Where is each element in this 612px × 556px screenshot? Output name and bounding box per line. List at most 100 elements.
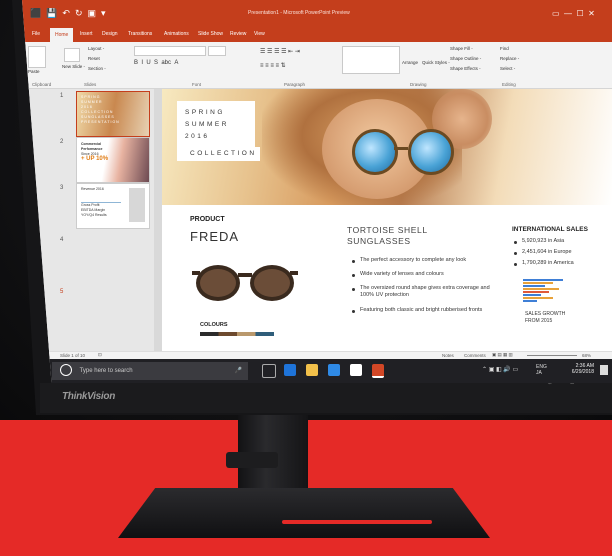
select-button[interactable]: Select - [500,66,515,71]
shapes-gallery[interactable] [342,46,400,74]
bullet-dot [514,263,517,266]
layout-button[interactable]: Layout - [88,46,104,51]
title-bar: ⬛ 💾 ↶ ↻ ▣ ▾ Presentation1 - Microsoft Po… [22,0,612,28]
feature-item: The oversized round shape gives extra co… [360,285,490,298]
title-line: SUMMER [185,121,229,128]
shape-outline-button[interactable]: Shape Outline - [450,56,481,61]
bullet-dot [352,260,355,263]
tab-insert[interactable]: Insert [80,31,93,37]
tab-design[interactable]: Design [102,31,118,37]
font-name-dropdown[interactable] [134,46,206,56]
thumb-text: SUNGLASSES PRESENTATION [81,115,120,124]
paste-button[interactable]: Paste [28,69,40,74]
growth-bar [523,291,549,293]
edge-icon[interactable] [284,364,296,376]
task-view-icon[interactable] [262,364,276,378]
input-method: JA [536,370,542,376]
feature-item: Wide variety of lenses and colours [360,271,444,277]
slide-thumbnail-3[interactable]: Revenue 2016 Gross Profit EBITDA Margin … [76,183,150,229]
group-paragraph: Paragraph [284,82,306,87]
view-buttons[interactable]: ▣ ▤ ▦ ▥ [492,352,513,358]
feature-item: The perfect accessory to complete any lo… [360,257,467,263]
new-slide-icon[interactable] [64,48,80,62]
tab-file[interactable]: File [32,31,40,37]
slide-counter: Slide 1 of 10 [60,353,86,358]
feature-title-line: SUNGLASSES [347,236,411,246]
quick-access-toolbar[interactable]: ⬛ 💾 ↶ ↻ ▣ ▾ [30,8,106,19]
thumb-number: 1 [60,93,64,99]
monitor-chin [40,383,612,413]
reset-button[interactable]: Reset [88,56,100,61]
sales-item: 1,790,289 in America [522,260,574,266]
paragraph-buttons[interactable]: ☰ ☰ ☰ ☰ ⇤ ⇥ [260,48,300,55]
product-temple-left [192,271,200,275]
mail-icon[interactable] [350,364,362,376]
group-font: Font [192,82,202,87]
zoom-level[interactable]: 68% [582,353,591,358]
quick-styles-button[interactable]: Quick Styles - [422,60,450,65]
sunglasses-bridge [394,147,408,150]
store-icon[interactable] [328,364,340,376]
font-size-dropdown[interactable] [208,46,226,56]
sales-growth-bars [523,279,563,303]
tab-view[interactable]: View [254,31,265,37]
align-buttons[interactable]: ≡ ≡ ≡ ≡ ⇅ [260,62,286,69]
screen: ⬛ 💾 ↶ ↻ ▣ ▾ Presentation1 - Microsoft Po… [22,0,612,383]
arrange-button[interactable]: Arrange [402,60,418,65]
tab-review[interactable]: Review [230,31,246,37]
comments-button[interactable]: Comments [464,353,486,358]
monitor-stand-base [118,488,490,538]
collection-label: COLLECTION [182,147,260,161]
growth-label: SALES GROWTH [525,311,566,317]
growth-bar [523,300,537,302]
feature-item: Featuring both classic and bright rubber… [360,307,483,313]
notes-button[interactable]: Notes [442,353,454,358]
group-drawing: Drawing [410,82,427,87]
action-center-icon[interactable] [600,365,608,375]
product-heading: PRODUCT [190,216,225,223]
growth-bar [523,285,545,287]
hero-photo: SPRING SUMMER 2016 COLLECTION [162,89,612,205]
slide-thumbnail-2[interactable]: Commercial Performance Since 2016 + UP 1… [76,137,150,183]
colour-swatches [200,332,274,336]
tab-slide-show[interactable]: Slide Show [198,31,223,37]
thumb-photo [129,188,145,222]
shape-fill-button[interactable]: Shape Fill - [450,46,473,51]
bullet-dot [352,310,355,313]
cable-clip [226,452,278,468]
paste-icon[interactable] [28,46,46,68]
window-controls[interactable]: ▭ — ☐ ✕ [552,9,595,18]
slide[interactable]: SPRING SUMMER 2016 COLLECTION PRODUCT FR… [162,89,612,351]
slide-thumbnail-1[interactable]: SPRING SUMMER 2016 COLLECTION SUNGLASSES… [76,91,150,137]
ribbon: Paste New Slide - Layout - Reset Section… [22,42,612,89]
taskbar-search-placeholder: Type here to search [79,368,133,374]
group-slides: Slides [84,82,97,87]
spellcheck-icon[interactable]: ⊡ [98,352,102,358]
section-button[interactable]: Section - [88,66,106,71]
tab-transitions[interactable]: Transitions [128,31,152,37]
group-clipboard: Clipboard [32,82,52,87]
powerpoint-icon[interactable] [372,364,384,378]
product-temple-right [290,271,298,275]
font-format-buttons[interactable]: B I U S abc A [134,60,178,66]
feature-title-line: TORTOISE SHELL [347,225,428,235]
zoom-slider[interactable] [527,355,577,356]
taskbar-clock[interactable]: 2:36 AM 6/29/2018 [560,363,594,375]
sales-item: 5,920,923 in Asia [522,238,565,244]
file-explorer-icon[interactable] [306,364,318,376]
system-tray-icons[interactable]: ⌃ ▣ ◧ 🔊 ▭ [482,366,518,373]
microphone-icon[interactable]: 🎤 [235,362,242,380]
bullet-dot [352,274,355,277]
tab-home[interactable]: Home [50,28,74,42]
growth-label: FROM 2015 [525,318,553,324]
replace-button[interactable]: Replace - [500,56,519,61]
language-indicator[interactable]: ENG JA [536,364,547,376]
find-button[interactable]: Find [500,46,509,51]
cortana-icon [60,364,72,377]
tab-animations[interactable]: Animations [164,31,189,37]
taskbar-search[interactable]: Type here to search 🎤 [52,362,248,380]
growth-bar [523,279,563,281]
shape-effects-button[interactable]: Shape Effects - [450,66,481,71]
new-slide-button[interactable]: New Slide - [62,64,85,69]
thumb-text: + UP 10% [81,156,109,162]
